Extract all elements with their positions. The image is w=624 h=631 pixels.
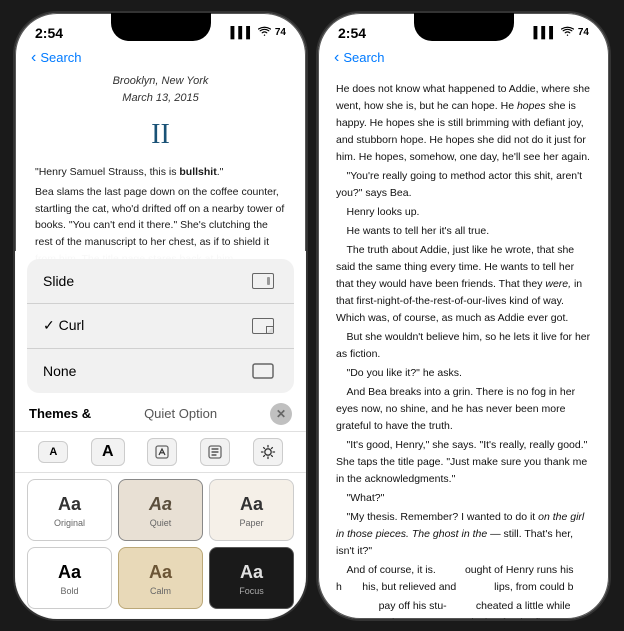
signal-icon-right: ▌▌▌ [533, 27, 556, 39]
theme-original[interactable]: Aa Original [27, 479, 112, 541]
scroll-icon-curl [252, 318, 274, 334]
theme-bold[interactable]: Aa Bold [27, 547, 112, 609]
theme-calm-aa: Aa [149, 562, 172, 583]
book-content-right: He does not know what happened to Addie,… [318, 73, 609, 621]
right-phone: 2:54 ▌▌▌ 74 ‹ Search He does not know [316, 11, 611, 621]
theme-quiet-aa: Aa [149, 494, 172, 515]
battery-left: 74 [275, 27, 286, 38]
theme-calm[interactable]: Aa Calm [118, 547, 203, 609]
theme-calm-label: Calm [150, 586, 171, 596]
font-style-button[interactable] [147, 438, 177, 466]
slide-option-none[interactable]: None [27, 349, 294, 393]
phones-container: 2:54 ▌▌▌ 74 ‹ Search Brooklyn [13, 11, 611, 621]
theme-paper-label: Paper [239, 518, 263, 528]
signal-icon-left: ▌▌▌ [230, 27, 253, 39]
quiet-option-label: Quiet Option [144, 406, 217, 421]
notch [111, 13, 211, 41]
theme-paper-aa: Aa [240, 494, 263, 515]
slide-option-curl[interactable]: ✓ Curl [27, 304, 294, 349]
battery-right: 74 [578, 27, 589, 38]
theme-paper[interactable]: Aa Paper [209, 479, 294, 541]
theme-focus-label: Focus [239, 586, 264, 596]
left-phone: 2:54 ▌▌▌ 74 ‹ Search Brooklyn [13, 11, 308, 621]
notch-right [414, 13, 514, 41]
theme-original-aa: Aa [58, 494, 81, 515]
font-format-button[interactable] [200, 438, 230, 466]
chapter-number: II [35, 113, 286, 156]
back-arrow-left: ‹ [31, 49, 36, 67]
status-icons-left: ▌▌▌ 74 [230, 26, 286, 39]
none-option-label: None [43, 363, 76, 379]
font-small-button[interactable]: A [38, 441, 68, 463]
book-location: Brooklyn, New York March 13, 2015 [35, 73, 286, 107]
curl-option-label: ✓ Curl [43, 317, 84, 334]
font-large-button[interactable]: A [91, 438, 125, 466]
wifi-icon-right [561, 26, 574, 39]
theme-focus[interactable]: Aa Focus [209, 547, 294, 609]
overlay-panel: Slide ✓ Curl None [15, 251, 306, 619]
none-icon [248, 360, 278, 382]
slide-icon [248, 270, 278, 292]
theme-bold-label: Bold [60, 586, 78, 596]
slide-option-slide[interactable]: Slide [27, 259, 294, 304]
back-label-right: Search [343, 50, 384, 65]
close-button[interactable]: ✕ [270, 403, 292, 425]
scroll-icon-slide [252, 273, 274, 289]
brightness-button[interactable] [253, 438, 283, 466]
themes-grid: Aa Original Aa Quiet Aa Paper Aa Bold Aa [15, 473, 306, 619]
theme-quiet-label: Quiet [150, 518, 172, 528]
back-arrow-right: ‹ [334, 49, 339, 67]
wifi-icon-left [258, 26, 271, 39]
theme-focus-aa: Aa [240, 562, 263, 583]
theme-quiet[interactable]: Aa Quiet [118, 479, 203, 541]
back-label-left: Search [40, 50, 81, 65]
slide-options: Slide ✓ Curl None [27, 259, 294, 393]
font-size-row: A A [15, 431, 306, 473]
themes-title: Themes & [29, 406, 91, 421]
themes-header: Themes & Quiet Option ✕ [15, 399, 306, 431]
slide-option-label: Slide [43, 273, 74, 289]
theme-original-label: Original [54, 518, 85, 528]
status-icons-right: ▌▌▌ 74 [533, 26, 589, 39]
time-left: 2:54 [35, 25, 63, 41]
nav-bar-right[interactable]: ‹ Search [318, 45, 609, 73]
nav-bar-left[interactable]: ‹ Search [15, 45, 306, 73]
time-right: 2:54 [338, 25, 366, 41]
curl-icon [248, 315, 278, 337]
theme-bold-aa: Aa [58, 562, 81, 583]
